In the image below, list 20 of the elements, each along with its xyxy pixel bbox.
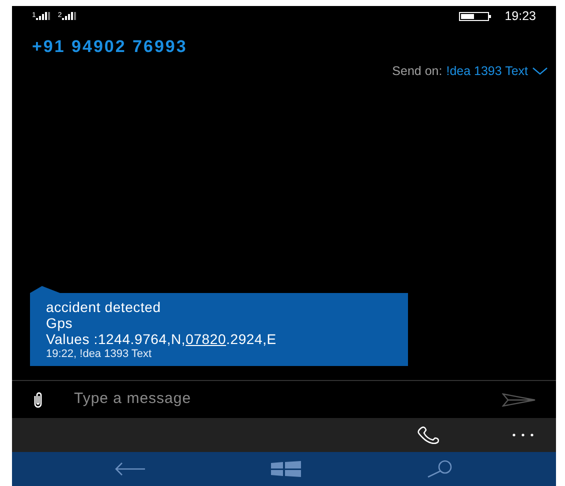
back-icon[interactable] xyxy=(114,462,146,476)
signal-icon xyxy=(62,12,76,20)
chevron-icon xyxy=(532,67,548,76)
send-icon[interactable] xyxy=(502,392,536,406)
message-text: accident detected xyxy=(46,299,162,315)
sim-selector[interactable]: !dea 1393 Text xyxy=(446,62,548,81)
signal-icon xyxy=(36,12,50,20)
paperclip-icon[interactable] xyxy=(32,392,44,408)
number-link[interactable]: 07820 xyxy=(186,331,226,347)
send-on-label: Send on: xyxy=(392,63,442,80)
contact-number: +91 94902 76993 xyxy=(32,37,188,56)
windows-icon[interactable] xyxy=(270,461,301,477)
clock-time: 19:23 xyxy=(504,8,536,25)
message-text: Values :1244.9764,N,07820.2924,E xyxy=(46,331,278,347)
search-icon[interactable] xyxy=(426,460,454,478)
message-text: Gps xyxy=(46,315,74,331)
more-icon[interactable] xyxy=(512,433,534,437)
message-input[interactable]: Type a message xyxy=(74,388,502,411)
message-meta: 19:22, !dea 1393 Text xyxy=(46,347,153,362)
battery-icon xyxy=(458,12,491,20)
